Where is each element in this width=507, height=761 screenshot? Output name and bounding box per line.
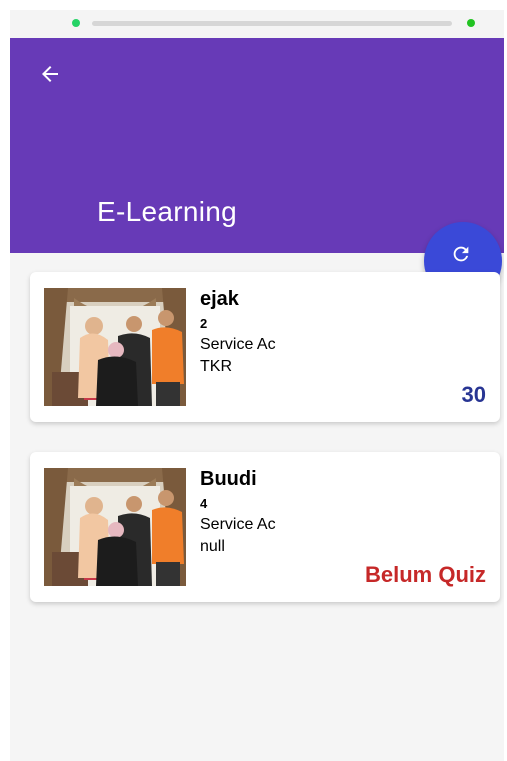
page-title: E-Learning: [97, 196, 237, 227]
student-class: null: [200, 538, 225, 555]
list-item[interactable]: ejak 2 Service Ac TKR 30: [30, 272, 500, 422]
app-screen: E-Learning ejak 2 Service Ac TKR 30 Buud…: [10, 10, 504, 761]
status-bar: [10, 10, 504, 38]
quiz-subject: Service Ac: [200, 336, 276, 353]
battery-icon: [467, 19, 475, 27]
family-photo: [44, 288, 186, 406]
app-bar: E-Learning: [10, 38, 504, 253]
quiz-subject: Service Ac: [200, 516, 276, 533]
arrow-left-icon: [42, 66, 58, 82]
status-notification-strip: [92, 21, 452, 26]
student-name: ejak: [200, 288, 239, 310]
list-item[interactable]: Buudi 4 Service Ac null Belum Quiz: [30, 452, 500, 602]
back-button[interactable]: [32, 56, 68, 92]
refresh-icon: [453, 246, 469, 262]
score-value: 30: [461, 382, 486, 407]
student-class: TKR: [200, 358, 232, 375]
whatsapp-icon: [72, 19, 80, 27]
student-number: 4: [200, 496, 208, 511]
student-number: 2: [200, 316, 208, 331]
student-name: Buudi: [200, 468, 257, 490]
family-photo: [44, 468, 186, 586]
score-value: Belum Quiz: [364, 562, 486, 587]
